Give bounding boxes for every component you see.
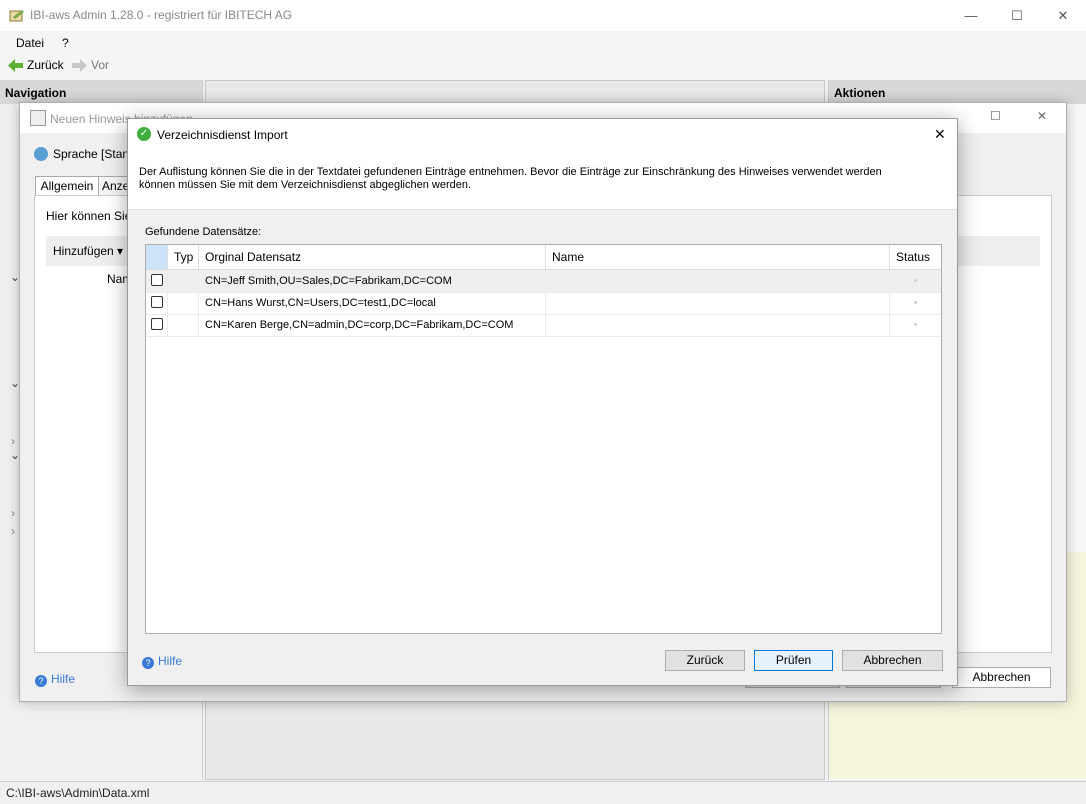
close-icon[interactable]: ✕ — [1037, 109, 1047, 123]
column-name[interactable]: Name — [546, 245, 890, 269]
tab-allgemein[interactable]: Allgemein — [35, 176, 99, 196]
language-selector[interactable]: Sprache [Stanc — [34, 147, 135, 161]
close-icon[interactable]: ✕ — [934, 126, 946, 143]
collapse-icon[interactable]: › — [11, 524, 15, 538]
status-dot-icon: • — [913, 319, 918, 331]
navigation-toolbar: Zurück Vor — [0, 53, 1086, 79]
forward-label: Vor — [91, 58, 110, 72]
table-row[interactable]: CN=Karen Berge,CN=admin,DC=corp,DC=Fabri… — [146, 314, 941, 337]
description-line-2: können müssen Sie mit dem Verzeichnisdie… — [139, 179, 472, 191]
row-name — [546, 314, 890, 336]
minimize-icon[interactable]: — — [948, 0, 994, 31]
status-dot-icon: • — [913, 275, 918, 287]
description-line-1: Der Auflistung können Sie die in der Tex… — [139, 166, 882, 178]
back-label: Zurück — [27, 58, 64, 72]
cancel-button[interactable]: Abbrechen — [842, 650, 943, 671]
check-button[interactable]: Prüfen — [754, 650, 833, 671]
forward-button[interactable]: Vor — [72, 58, 109, 72]
row-checkbox[interactable] — [151, 318, 163, 330]
directory-import-title: Verzeichnisdienst Import — [157, 128, 288, 142]
row-name — [546, 270, 890, 292]
status-bar: C:\IBI-aws\Admin\Data.xml — [0, 781, 1086, 804]
status-path: C:\IBI-aws\Admin\Data.xml — [6, 786, 150, 800]
back-button[interactable]: Zurück — [8, 58, 64, 72]
hint-help-label: Hilfe — [51, 672, 76, 686]
hint-help-link[interactable]: ? Hilfe — [35, 672, 75, 687]
row-checkbox[interactable] — [151, 274, 163, 286]
collapse-icon[interactable]: › — [11, 434, 15, 448]
collapse-icon[interactable]: › — [11, 506, 15, 520]
row-type — [168, 292, 199, 314]
menu-bar: Datei ? — [0, 31, 1086, 53]
window-title: IBI-aws Admin 1.28.0 - registriert für I… — [30, 8, 293, 22]
add-dropdown-button[interactable]: Hinzufügen ▾ — [53, 244, 123, 258]
globe-icon — [34, 147, 48, 161]
table-row[interactable]: CN=Hans Wurst,CN=Users,DC=test1,DC=local… — [146, 292, 941, 315]
records-grid: Typ Orginal Datensatz Name Status CN=Jef… — [145, 244, 942, 634]
row-original: CN=Jeff Smith,OU=Sales,DC=Fabrikam,DC=CO… — [199, 270, 546, 292]
table-row[interactable]: CN=Jeff Smith,OU=Sales,DC=Fabrikam,DC=CO… — [146, 270, 941, 293]
hint-info-text: Hier können Sie — [46, 209, 132, 223]
column-status[interactable]: Status — [890, 245, 941, 269]
hint-cancel-button[interactable]: Abbrechen — [952, 667, 1051, 688]
actions-header: Aktionen — [829, 80, 1086, 104]
app-icon — [9, 10, 24, 22]
column-original[interactable]: Orginal Datensatz — [199, 245, 546, 269]
help-icon: ? — [35, 675, 47, 687]
maximize-icon[interactable]: ☐ — [994, 0, 1040, 31]
help-link[interactable]: ? Hilfe — [142, 654, 182, 669]
found-records-label: Gefundene Datensätze: — [145, 226, 262, 238]
back-arrow-icon — [8, 58, 23, 72]
navigation-header: Navigation — [0, 80, 202, 104]
help-label: Hilfe — [158, 654, 183, 668]
row-name — [546, 292, 890, 314]
menu-file[interactable]: Datei — [16, 36, 44, 50]
column-type[interactable]: Typ — [168, 245, 199, 269]
directory-import-dialog: ✓ Verzeichnisdienst Import ✕ Der Auflist… — [127, 118, 958, 686]
language-label: Sprache [Stanc — [53, 147, 136, 161]
description-area: Der Auflistung können Sie die in der Tex… — [128, 151, 957, 210]
row-original: CN=Karen Berge,CN=admin,DC=corp,DC=Fabri… — [199, 314, 546, 336]
status-dot-icon: • — [913, 297, 918, 309]
grid-header: Typ Orginal Datensatz Name Status — [146, 245, 941, 270]
add-label: Hinzufügen — [53, 244, 114, 258]
directory-import-title-bar: ✓ Verzeichnisdienst Import ✕ — [128, 119, 957, 151]
document-icon — [30, 110, 46, 126]
menu-help[interactable]: ? — [62, 36, 69, 50]
row-type — [168, 270, 199, 292]
check-circle-icon: ✓ — [137, 127, 151, 141]
select-all-header[interactable] — [146, 245, 168, 269]
forward-arrow-icon — [72, 58, 87, 72]
back-dialog-button[interactable]: Zurück — [665, 650, 745, 671]
maximize-icon[interactable]: ☐ — [990, 109, 1001, 123]
main-title-bar: IBI-aws Admin 1.28.0 - registriert für I… — [0, 0, 1086, 31]
row-original: CN=Hans Wurst,CN=Users,DC=test1,DC=local — [199, 292, 546, 314]
close-icon[interactable]: ✕ — [1040, 0, 1086, 31]
row-type — [168, 314, 199, 336]
help-icon: ? — [142, 657, 154, 669]
row-checkbox[interactable] — [151, 296, 163, 308]
